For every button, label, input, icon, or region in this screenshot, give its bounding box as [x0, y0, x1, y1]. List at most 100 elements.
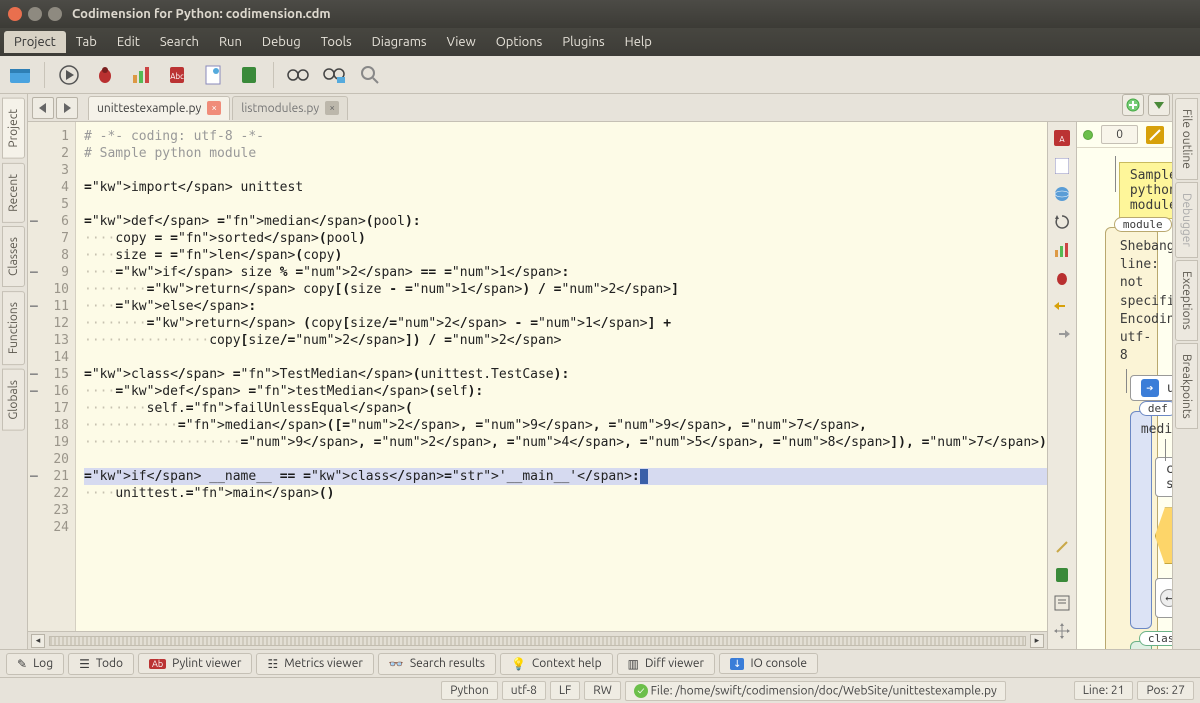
doc-icon[interactable] [199, 61, 227, 89]
menu-run[interactable]: Run [209, 31, 252, 53]
globe-icon[interactable] [1052, 184, 1072, 204]
window-close-button[interactable] [8, 7, 22, 21]
editor-side-toolbar: A [1047, 122, 1077, 649]
redo-icon[interactable] [1052, 324, 1072, 344]
book2-icon[interactable] [1052, 565, 1072, 585]
search-icon[interactable] [356, 61, 384, 89]
code-editor[interactable]: 12345–678–910–11121314–15–1617181920–212… [28, 122, 1047, 649]
bottom-tab-metrics[interactable]: ☷Metrics viewer [256, 653, 373, 675]
status-dot-icon [1083, 130, 1093, 140]
find-file-icon[interactable] [320, 61, 348, 89]
bottom-tab-search[interactable]: 👓Search results [378, 653, 496, 675]
window-minimize-button[interactable] [28, 7, 42, 21]
bars-icon[interactable] [1052, 240, 1072, 260]
sidebar-tab-debugger[interactable]: Debugger [1175, 182, 1198, 258]
status-mode: RW [584, 681, 621, 700]
file-tab-unittestexample[interactable]: unittestexample.py × [88, 96, 230, 120]
menu-help[interactable]: Help [615, 31, 662, 53]
svg-text:A: A [1059, 135, 1065, 144]
dict-icon[interactable]: A [1052, 128, 1072, 148]
import-name: unittest [1167, 381, 1172, 396]
pylint-icon: Ab [149, 659, 166, 669]
scroll-left-icon[interactable]: ◂ [31, 634, 45, 648]
diagram-def-median: def median(pool) copy = sorted(pool) siz… [1130, 411, 1152, 629]
code-content[interactable]: # -*- coding: utf-8 -*-# Sample python m… [76, 122, 1047, 631]
dropdown-panel-button[interactable] [1148, 94, 1170, 116]
pylint-book-icon[interactable]: Abc [163, 61, 191, 89]
menu-plugins[interactable]: Plugins [552, 31, 614, 53]
menu-project[interactable]: Project [4, 31, 66, 53]
book-icon[interactable] [235, 61, 263, 89]
scroll-right-icon[interactable]: ▸ [1030, 634, 1044, 648]
close-tab-icon[interactable]: × [325, 101, 339, 115]
diagram-import-box: ➔ unittest [1130, 375, 1172, 401]
close-tab-icon[interactable]: × [207, 101, 221, 115]
move-icon[interactable] [1052, 621, 1072, 641]
indent-icon[interactable] [1052, 593, 1072, 613]
module-label: module [1114, 217, 1172, 232]
window-maximize-button[interactable] [48, 7, 62, 21]
run-icon[interactable] [55, 61, 83, 89]
menu-edit[interactable]: Edit [107, 31, 150, 53]
bug2-icon[interactable] [1052, 268, 1072, 288]
status-eol: LF [550, 681, 580, 700]
nav-forward-button[interactable] [56, 97, 78, 119]
project-icon[interactable] [6, 61, 34, 89]
menu-tab[interactable]: Tab [66, 31, 107, 53]
flow-diagram-pane[interactable]: 0 Sample python module module Shebang [1077, 122, 1172, 649]
menu-debug[interactable]: Debug [252, 31, 311, 53]
debug-bug-icon[interactable] [91, 61, 119, 89]
add-panel-button[interactable] [1122, 94, 1144, 116]
find-icon[interactable] [284, 61, 312, 89]
diagram-counter: 0 [1101, 125, 1138, 144]
bottom-tab-bar: ✎Log ☰Todo AbPylint viewer ☷Metrics view… [0, 649, 1200, 677]
todo-icon: ☰ [79, 657, 90, 671]
wand-icon[interactable] [1052, 537, 1072, 557]
bottom-tab-log[interactable]: ✎Log [6, 653, 64, 675]
sidebar-tab-classes[interactable]: Classes [2, 226, 25, 287]
sidebar-tab-project[interactable]: Project [2, 98, 25, 159]
diagram-class-box: class TestMedian(unittest.TestCase) def … [1130, 641, 1152, 649]
editor-scrollbar[interactable]: ◂ ▸ [28, 631, 1047, 649]
refresh-icon[interactable] [1052, 212, 1072, 232]
status-lang: Python [441, 681, 498, 700]
sidebar-tab-functions[interactable]: Functions [2, 291, 25, 365]
encoding-text: Encoding: utf-8 [1120, 311, 1147, 366]
bottom-tab-diff[interactable]: ▥Diff viewer [617, 653, 716, 675]
bottom-tab-help[interactable]: 💡Context help [500, 653, 613, 675]
file-tab-listmodules[interactable]: listmodules.py × [232, 96, 348, 120]
menu-search[interactable]: Search [150, 31, 209, 53]
file-tab-label: unittestexample.py [97, 102, 201, 115]
bottom-tab-pylint[interactable]: AbPylint viewer [138, 653, 252, 674]
bottom-tab-io[interactable]: ↓IO console [719, 653, 818, 674]
left-sidebar: Project Recent Classes Functions Globals [0, 94, 28, 649]
status-pos: Pos: 27 [1137, 681, 1194, 700]
menu-diagrams[interactable]: Diagrams [362, 31, 437, 53]
io-icon: ↓ [730, 658, 744, 670]
menu-options[interactable]: Options [486, 31, 553, 53]
sidebar-tab-file-outline[interactable]: File outline [1175, 98, 1198, 180]
sidebar-tab-breakpoints[interactable]: Breakpoints [1175, 343, 1198, 430]
menu-view[interactable]: View [437, 31, 486, 53]
status-file: ✓ File: /home/swift/codimension/doc/WebS… [625, 681, 1006, 701]
bottom-tab-todo[interactable]: ☰Todo [68, 653, 134, 675]
tab-row: unittestexample.py × listmodules.py × [28, 94, 1172, 122]
menu-tools[interactable]: Tools [311, 31, 362, 53]
sidebar-tab-recent[interactable]: Recent [2, 163, 25, 223]
diagram-note: Sample python module [1119, 162, 1172, 219]
sidebar-tab-exceptions[interactable]: Exceptions [1175, 260, 1198, 341]
titlebar: Codimension for Python: codimension.cdm [0, 0, 1200, 28]
file-tab-label: listmodules.py [241, 102, 319, 115]
metrics-icon[interactable] [127, 61, 155, 89]
doc2-icon[interactable] [1052, 156, 1072, 176]
line-gutter: 12345–678–910–11121314–15–1617181920–212… [28, 122, 76, 631]
window-title: Codimension for Python: codimension.cdm [72, 7, 331, 21]
nav-back-button[interactable] [32, 97, 54, 119]
menubar: Project Tab Edit Search Run Debug Tools … [0, 28, 1200, 56]
undo-icon[interactable] [1052, 296, 1072, 316]
sidebar-tab-globals[interactable]: Globals [2, 369, 25, 431]
wand2-icon[interactable] [1144, 124, 1166, 146]
import-arrow-icon: ➔ [1141, 379, 1159, 397]
diagram-module-box: module Shebang line: not specified Encod… [1105, 227, 1158, 649]
binoculars-icon: 👓 [389, 657, 404, 671]
